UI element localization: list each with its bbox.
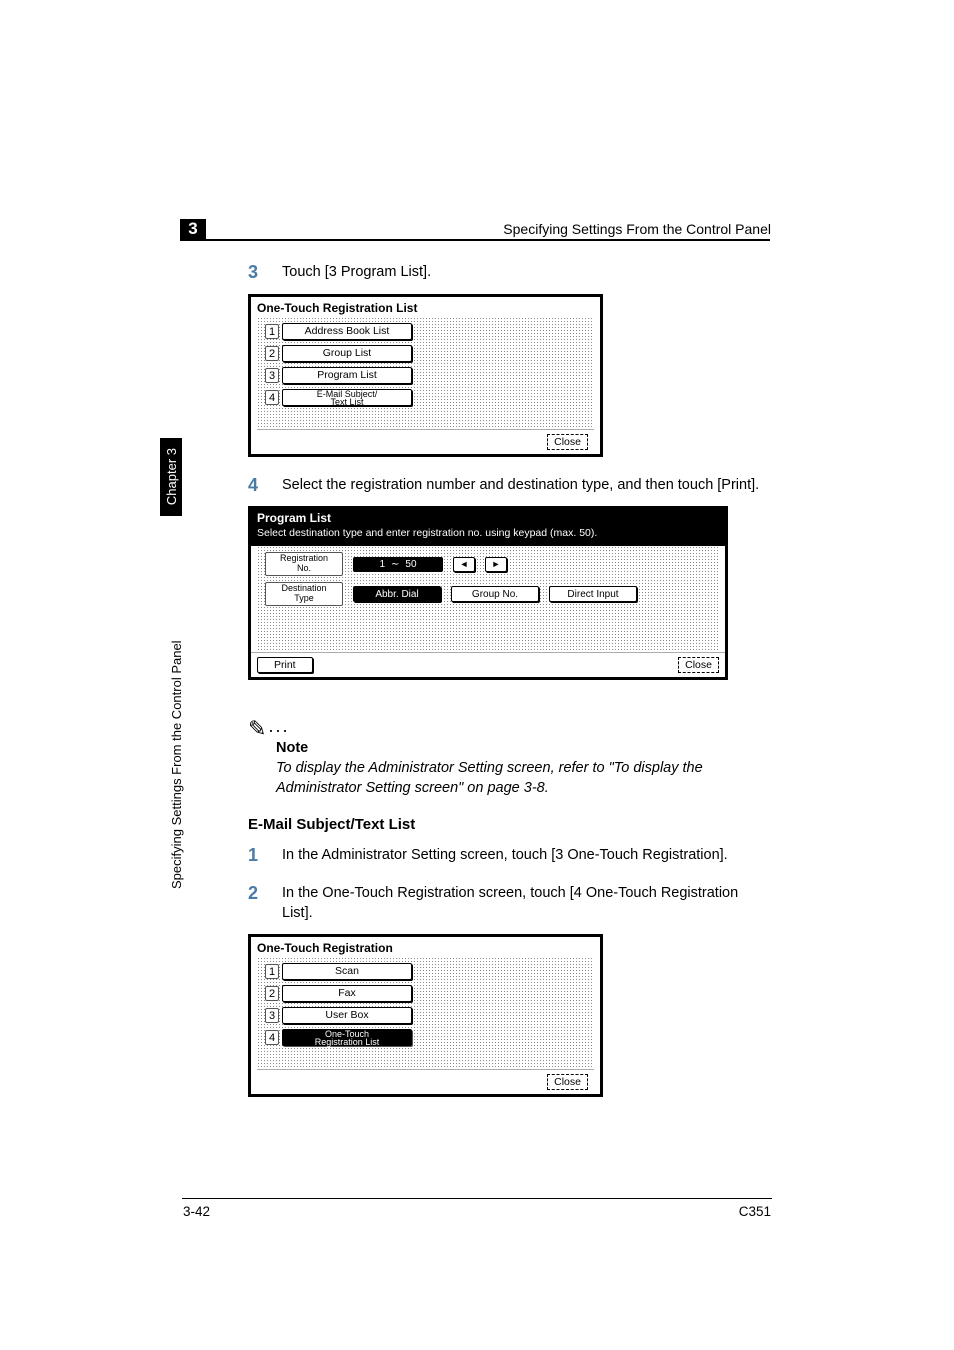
close-button[interactable]: Close <box>547 1074 588 1090</box>
item-number: 1 <box>265 324 279 339</box>
list-item: 4 One-Touch Registration List <box>265 1029 586 1046</box>
print-button[interactable]: Print <box>257 657 313 673</box>
section-heading: E-Mail Subject/Text List <box>248 816 770 833</box>
panel-footer: Close <box>257 1069 594 1094</box>
step-number: 1 <box>248 845 282 867</box>
step-text: In the One-Touch Registration screen, to… <box>282 883 770 924</box>
note-icon-row: ✎... <box>248 716 770 742</box>
direct-input-button[interactable]: Direct Input <box>549 586 637 602</box>
email-subject-text-list-button[interactable]: E-Mail Subject/ Text List <box>282 389 412 406</box>
item-number: 1 <box>265 964 279 979</box>
group-no-button[interactable]: Group No. <box>451 586 539 602</box>
sidebar-chapter-label: Chapter 3 <box>164 448 179 505</box>
list-item: 2 Fax <box>265 985 586 1002</box>
page-content: 3 Touch [3 Program List]. One-Touch Regi… <box>248 262 770 1115</box>
panel-header-inverse: Program List Select destination type and… <box>251 509 725 546</box>
panel-body: 1 Address Book List 2 Group List 3 Progr… <box>257 317 594 429</box>
footer-rule <box>182 1198 772 1199</box>
running-header: Specifying Settings From the Control Pan… <box>503 221 771 237</box>
destination-type-label: Destination Type <box>265 582 343 606</box>
close-button[interactable]: Close <box>678 657 719 673</box>
fax-button[interactable]: Fax <box>282 985 412 1002</box>
step-number: 4 <box>248 475 282 497</box>
model-number: C351 <box>739 1204 771 1219</box>
panel-body: 1 Scan 2 Fax 3 User Box 4 One-Touch Regi… <box>257 957 594 1069</box>
step-number: 2 <box>248 883 282 924</box>
note-pencil-icon: ✎ <box>248 716 266 741</box>
registration-no-label: Registration No. <box>265 552 343 576</box>
arrow-left-button[interactable]: ◄ <box>453 557 475 572</box>
list-item: 3 User Box <box>265 1007 586 1024</box>
note-text: To display the Administrator Setting scr… <box>276 758 770 799</box>
registration-row: Registration No. 1 ∼ 50 ◄ ► <box>265 552 711 576</box>
group-list-button[interactable]: Group List <box>282 345 412 362</box>
list-item: 4 E-Mail Subject/ Text List <box>265 389 586 406</box>
step-text: Select the registration number and desti… <box>282 475 759 497</box>
item-number: 3 <box>265 368 279 383</box>
step-3: 3 Touch [3 Program List]. <box>248 262 770 284</box>
close-button[interactable]: Close <box>547 434 588 450</box>
note-dots-icon: ... <box>268 716 289 736</box>
note-title: Note <box>276 740 770 756</box>
header-rule <box>180 239 770 241</box>
item-number: 4 <box>265 390 279 405</box>
sidebar-vertical-title: Specifying Settings From the Control Pan… <box>169 529 184 889</box>
item-number: 2 <box>265 346 279 361</box>
step-1: 1 In the Administrator Setting screen, t… <box>248 845 770 867</box>
item-number: 4 <box>265 1030 279 1045</box>
panel-title: Program List <box>257 511 719 525</box>
panel-body: Registration No. 1 ∼ 50 ◄ ► Destination … <box>257 546 719 652</box>
step-4: 4 Select the registration number and des… <box>248 475 770 497</box>
arrow-right-button[interactable]: ► <box>485 557 507 572</box>
registration-range: 1 ∼ 50 <box>353 557 443 572</box>
panel-footer: Print Close <box>251 652 725 677</box>
range-from: 1 <box>379 559 385 570</box>
note-block: Note To display the Administrator Settin… <box>276 740 770 799</box>
panel-program-list: Program List Select destination type and… <box>248 506 728 680</box>
step-text: Touch [3 Program List]. <box>282 262 431 284</box>
step-number: 3 <box>248 262 282 284</box>
list-item: 1 Address Book List <box>265 323 586 340</box>
list-item: 3 Program List <box>265 367 586 384</box>
user-box-button[interactable]: User Box <box>282 1007 412 1024</box>
panel-onetouch-registration: One-Touch Registration 1 Scan 2 Fax 3 Us… <box>248 934 603 1097</box>
chapter-badge: 3 <box>180 219 206 239</box>
panel-title: One-Touch Registration <box>257 941 594 955</box>
program-list-button[interactable]: Program List <box>282 367 412 384</box>
address-book-list-button[interactable]: Address Book List <box>282 323 412 340</box>
range-to: 50 <box>405 559 416 570</box>
onetouch-registration-list-button[interactable]: One-Touch Registration List <box>282 1029 412 1046</box>
abbr-dial-button[interactable]: Abbr. Dial <box>353 586 441 602</box>
scan-button[interactable]: Scan <box>282 963 412 980</box>
sidebar-chapter-tab: Chapter 3 <box>160 438 182 516</box>
list-item: 2 Group List <box>265 345 586 362</box>
panel-subtitle: Select destination type and enter regist… <box>257 527 719 539</box>
destination-row: Destination Type Abbr. Dial Group No. Di… <box>265 582 711 606</box>
panel-footer: Close <box>257 429 594 454</box>
item-number: 2 <box>265 986 279 1001</box>
list-item: 1 Scan <box>265 963 586 980</box>
step-2: 2 In the One-Touch Registration screen, … <box>248 883 770 924</box>
step-text: In the Administrator Setting screen, tou… <box>282 845 728 867</box>
panel-onetouch-reg-list: One-Touch Registration List 1 Address Bo… <box>248 294 603 457</box>
range-tilde: ∼ <box>391 559 399 570</box>
item-number: 3 <box>265 1008 279 1023</box>
page-number: 3-42 <box>183 1204 210 1219</box>
panel-title: One-Touch Registration List <box>257 301 594 315</box>
